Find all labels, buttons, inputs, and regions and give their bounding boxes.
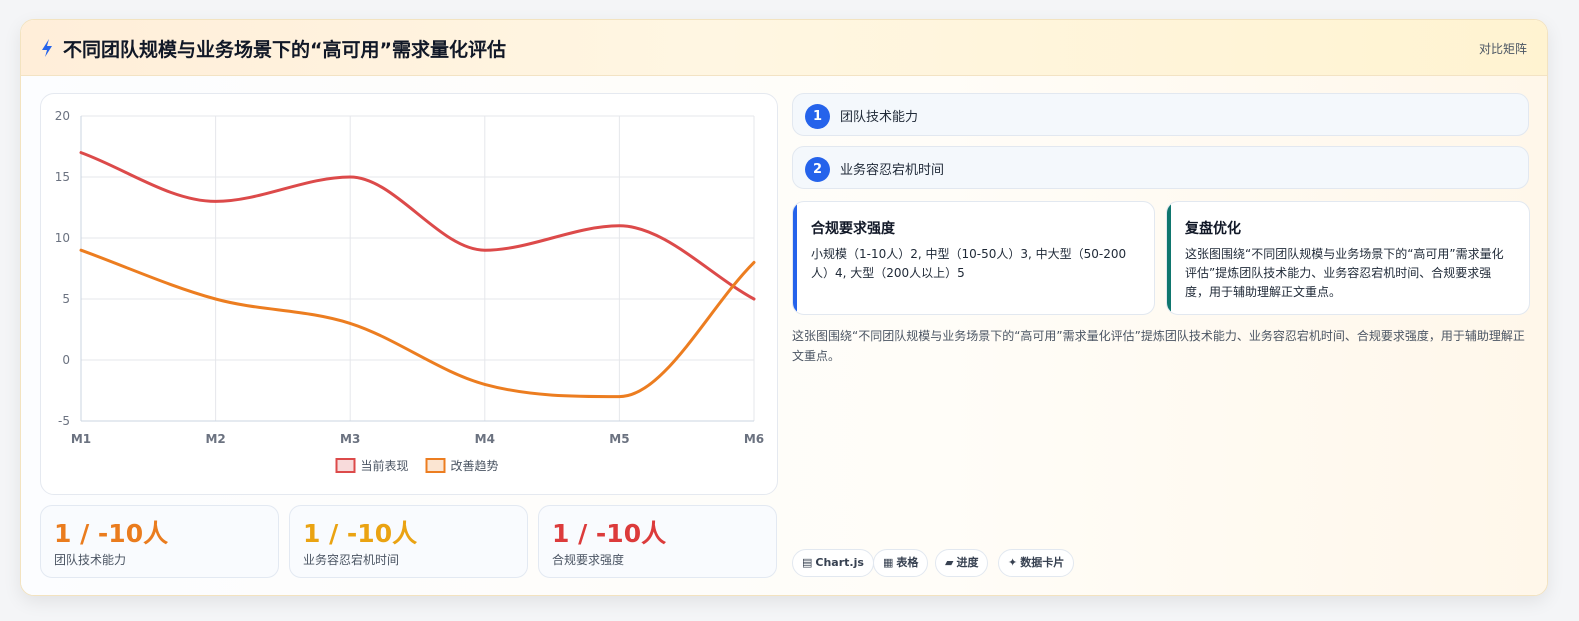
tag-chartjs[interactable]: ▤ Chart.js [792,549,874,577]
stat-label: 业务容忍宕机时间 [303,553,400,567]
y-tick-label: 5 [62,292,70,306]
card-header: 不同团队规模与业务场景下的“高可用”需求量化评估 对比矩阵 [21,20,1547,76]
step-number-badge: 2 [805,157,830,182]
tag-progress[interactable]: ▰ 进度 [935,549,989,577]
step-label: 团队技术能力 [840,110,919,125]
tag-table[interactable]: ▦ 表格 [873,549,929,577]
stat-label: 合规要求强度 [552,553,625,567]
line-chart-svg: 20 15 10 5 0 -5M1 M2 M3 M4 M5 M6 当前表现 改善趋势 [55,109,764,473]
accent-bar [1167,202,1171,314]
legend-label: 当前表现 [361,458,409,473]
stat-value: 1 / -10人 [552,519,667,548]
series-line-2 [79,248,756,399]
stat-card-compliance: 1 / -10人 合规要求强度 [538,505,777,578]
x-tick-label: M1 [71,432,91,446]
lightning-icon [42,39,52,57]
info-card-body: 这张图围绕“不同团队规模与业务场景下的“高可用”需求量化评估”提炼团队技术能力、… [1185,247,1504,299]
sparkle-icon: ✦ [1008,556,1018,569]
info-card-review: 复盘优化 这张图围绕“不同团队规模与业务场景下的“高可用”需求量化评估”提炼团队… [1166,201,1530,315]
x-tick-label: M2 [205,432,225,446]
chart-icon: ▤ [802,556,813,569]
y-tick-label: 0 [62,353,70,367]
stat-card-downtime-tolerance: 1 / -10人 业务容忍宕机时间 [289,505,528,578]
x-tick-label: M6 [744,432,764,446]
y-tick-label: 10 [55,231,70,245]
legend-label: 改善趋势 [451,458,499,473]
step-item-downtime-tolerance: 2 业务容忍宕机时间 [792,146,1529,189]
stat-card-team-skill: 1 / -10人 团队技术能力 [40,505,279,578]
info-card-title: 复盘优化 [1185,221,1241,237]
page-title: 不同团队规模与业务场景下的“高可用”需求量化评估 [63,39,506,61]
step-number-badge: 1 [805,104,830,129]
tag-label: 表格 [896,556,919,569]
progress-icon: ▰ [945,556,954,569]
table-icon: ▦ [883,556,894,569]
tag-label: 进度 [956,556,979,569]
accent-bar [793,202,797,314]
summary-text: 这张图围绕“不同团队规模与业务场景下的“高可用”需求量化评估”提炼团队技术能力、… [792,329,1525,363]
x-tick-label: M5 [609,432,629,446]
line-chart: 20 15 10 5 0 -5 M1 M2 M3 M4 M5 M6 当前表现 改善趋势 [40,93,778,495]
legend-swatch [425,458,446,473]
tag-label: 数据卡片 [1020,556,1065,569]
info-card-title: 合规要求强度 [811,221,895,237]
stat-value: 1 / -10人 [54,519,169,548]
compare-matrix-link[interactable]: 对比矩阵 [1479,40,1527,57]
step-label: 业务容忍宕机时间 [840,163,945,178]
tag-data-card[interactable]: ✦ 数据卡片 [998,549,1075,577]
legend-swatch [335,458,356,473]
info-card-compliance: 合规要求强度 小规模（1-10人）2, 中型（10-50人）3, 中大型（50-… [792,201,1155,315]
info-card-body: 小规模（1-10人）2, 中型（10-50人）3, 中大型（50-200人）4,… [811,247,1127,280]
step-item-team-skill: 1 团队技术能力 [792,93,1529,136]
stat-label: 团队技术能力 [54,553,127,567]
x-tick-label: M4 [475,432,495,446]
stat-value: 1 / -10人 [303,519,418,548]
main-card: 不同团队规模与业务场景下的“高可用”需求量化评估 对比矩阵 20 15 10 5 0 -5… [20,19,1548,596]
x-tick-label: M3 [340,432,360,446]
y-tick-label: 20 [55,109,70,123]
y-tick-label: 15 [55,170,70,184]
y-tick-label: -5 [58,414,70,428]
tag-label: Chart.js [815,556,864,569]
series-line-1 [79,151,756,301]
